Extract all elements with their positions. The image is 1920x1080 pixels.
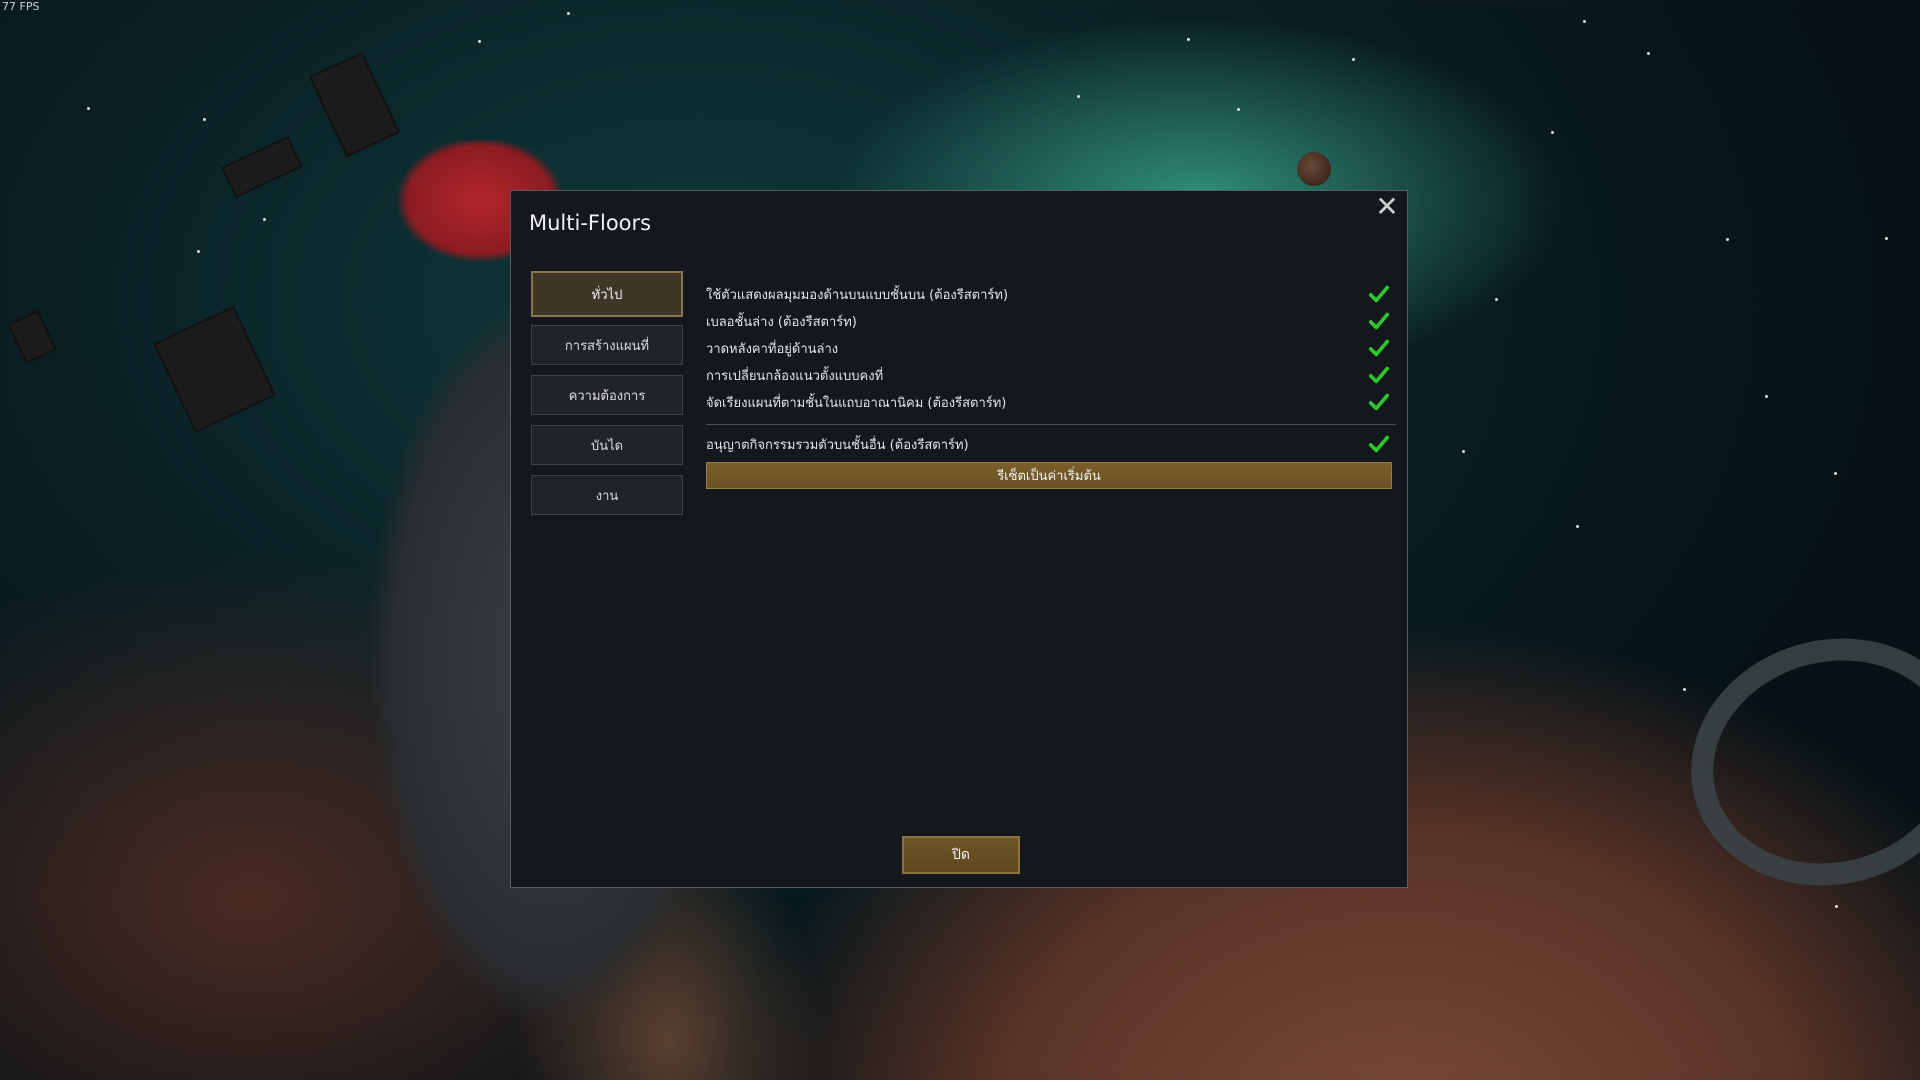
tab-work[interactable]: งาน xyxy=(531,475,683,515)
dialog-title: Multi-Floors xyxy=(529,211,652,235)
close-button[interactable]: ปิด xyxy=(902,836,1020,874)
asteroid xyxy=(7,309,57,365)
option-label: อนุญาตกิจกรรมรวมตัวบนชั้นอื่น (ต้องรีสตา… xyxy=(706,438,969,453)
option-row[interactable]: วาดหลังคาที่อยู่ด้านล่าง xyxy=(706,335,1396,362)
checkmark-icon[interactable] xyxy=(1368,433,1390,455)
tab-stairs[interactable]: บันได xyxy=(531,425,683,465)
options-list: ใช้ตัวแสดงผลมุมมองด้านบนแบบชั้นบน (ต้องร… xyxy=(706,281,1396,489)
fps-counter: 77 FPS xyxy=(2,0,40,13)
tab-map-generation[interactable]: การสร้างแผนที่ xyxy=(531,325,683,365)
mod-settings-dialog: ✕ Multi-Floors ทั่วไป การสร้างแผนที่ ควา… xyxy=(510,190,1408,888)
checkmark-icon[interactable] xyxy=(1368,283,1390,305)
close-icon[interactable]: ✕ xyxy=(1373,193,1401,221)
option-row[interactable]: จัดเรียงแผนที่ตามชั้นในแถบอาณานิคม (ต้อง… xyxy=(706,389,1396,416)
settings-tabs: ทั่วไป การสร้างแผนที่ ความต้องการ บันได … xyxy=(531,271,686,525)
checkmark-icon[interactable] xyxy=(1368,364,1390,386)
section-divider xyxy=(706,424,1396,425)
option-row[interactable]: การเปลี่ยนกล้องแนวตั้งแบบคงที่ xyxy=(706,362,1396,389)
option-label: ใช้ตัวแสดงผลมุมมองด้านบนแบบชั้นบน (ต้องร… xyxy=(706,288,1009,303)
checkmark-icon[interactable] xyxy=(1368,337,1390,359)
option-row[interactable]: ใช้ตัวแสดงผลมุมมองด้านบนแบบชั้นบน (ต้องร… xyxy=(706,281,1396,308)
checkmark-icon[interactable] xyxy=(1368,310,1390,332)
option-label: วาดหลังคาที่อยู่ด้านล่าง xyxy=(706,342,839,357)
tab-needs[interactable]: ความต้องการ xyxy=(531,375,683,415)
option-label: จัดเรียงแผนที่ตามชั้นในแถบอาณานิคม (ต้อง… xyxy=(706,396,1007,411)
tab-general[interactable]: ทั่วไป xyxy=(531,271,683,317)
checkmark-icon[interactable] xyxy=(1368,391,1390,413)
option-label: เบลอชั้นล่าง (ต้องรีสตาร์ท) xyxy=(706,315,857,330)
option-row[interactable]: อนุญาตกิจกรรมรวมตัวบนชั้นอื่น (ต้องรีสตา… xyxy=(706,431,1396,458)
reset-defaults-button[interactable]: รีเซ็ตเป็นค่าเริ่มต้น xyxy=(706,462,1392,489)
option-label: การเปลี่ยนกล้องแนวตั้งแบบคงที่ xyxy=(706,369,884,384)
option-row[interactable]: เบลอชั้นล่าง (ต้องรีสตาร์ท) xyxy=(706,308,1396,335)
space-station xyxy=(1663,607,1920,917)
small-planet xyxy=(1297,152,1331,186)
